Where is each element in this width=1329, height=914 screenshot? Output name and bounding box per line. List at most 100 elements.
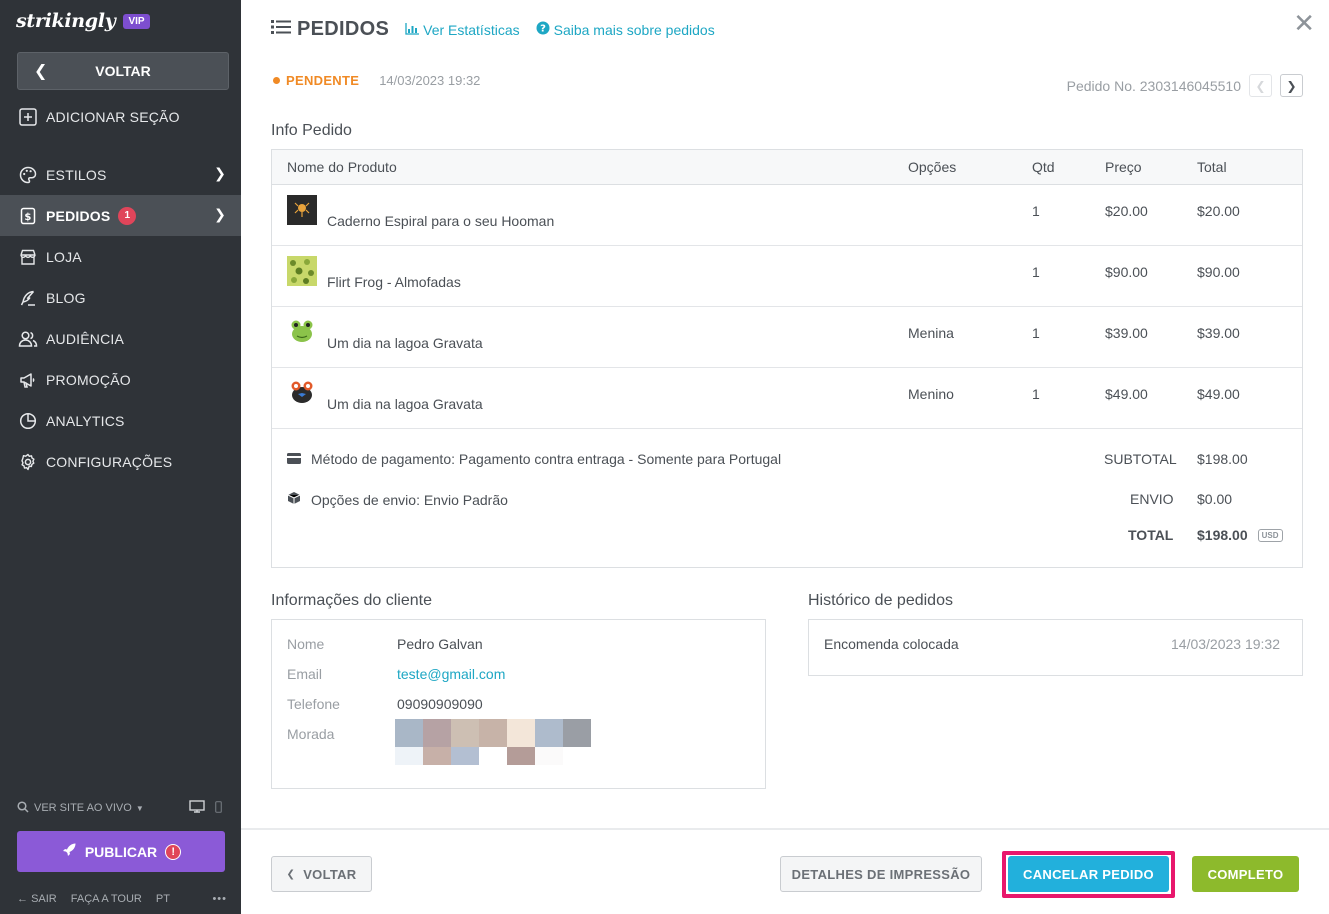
- product-total: $90.00: [1197, 264, 1240, 280]
- vip-badge: VIP: [123, 13, 150, 29]
- table-row: Um dia na lagoa Gravata Menino 1 $49.00 …: [272, 368, 1302, 429]
- prev-order-button[interactable]: ❮: [1249, 74, 1272, 97]
- sidebar-item-analytics[interactable]: ANALYTICS: [0, 400, 241, 441]
- cancel-order-button[interactable]: CANCELAR PEDIDO: [1008, 856, 1169, 892]
- shipping-value: $0.00: [1197, 491, 1233, 507]
- product-thumbnail[interactable]: [287, 256, 317, 286]
- product-qty: 1: [1032, 264, 1040, 280]
- complete-order-button[interactable]: COMPLETO: [1192, 856, 1299, 892]
- product-option: Menino: [908, 386, 954, 402]
- currency-badge: USD: [1257, 528, 1283, 542]
- status-badge: PENDENTE: [286, 73, 360, 88]
- chevron-right-icon: ❯: [214, 206, 226, 222]
- col-product: Nome do Produto: [287, 159, 397, 175]
- order-items-table: Nome do Produto Opções Qtd Preço Total C…: [271, 149, 1303, 568]
- order-info-title: Info Pedido: [271, 122, 352, 139]
- palette-icon: [18, 165, 38, 185]
- view-live-row: VER SITE AO VIVO ▼: [17, 800, 222, 816]
- sidebar-item-blog[interactable]: BLOG: [0, 277, 241, 318]
- search-icon: [17, 800, 29, 816]
- product-thumbnail[interactable]: [287, 378, 317, 408]
- product-price: $20.00: [1105, 203, 1148, 219]
- product-name: Flirt Frog - Almofadas: [327, 274, 461, 290]
- client-name: Pedro Galvan: [397, 636, 483, 652]
- close-icon[interactable]: ✕: [1293, 8, 1315, 39]
- add-section-label: ADICIONAR SEÇÃO: [46, 108, 180, 125]
- stats-link[interactable]: Ver Estatísticas: [405, 22, 520, 38]
- mobile-icon[interactable]: [215, 800, 222, 816]
- client-email-link[interactable]: teste@gmail.com: [397, 666, 505, 682]
- product-qty: 1: [1032, 386, 1040, 402]
- tour-link[interactable]: FAÇA A TOUR: [71, 893, 142, 905]
- back-button-label: VOLTAR: [303, 866, 357, 882]
- sidebar-item-loja[interactable]: LOJA: [0, 236, 241, 277]
- back-button[interactable]: ❮ VOLTAR: [271, 856, 372, 892]
- history-date: 14/03/2023 19:32: [1171, 636, 1280, 652]
- table-row: Caderno Espiral para o seu Hooman 1 $20.…: [272, 185, 1302, 246]
- shipping-label: ENVIO: [1130, 491, 1174, 507]
- print-details-button[interactable]: DETALHES DE IMPRESSÃO: [780, 856, 982, 892]
- sidebar-item-configuracoes[interactable]: CONFIGURAÇÕES: [0, 441, 241, 482]
- order-history-card: Encomenda colocada 14/03/2023 19:32: [808, 619, 1303, 676]
- exit-link[interactable]: ← SAIR: [17, 893, 57, 905]
- subtotal-label: SUBTOTAL: [1104, 451, 1177, 467]
- sidebar-item-promocao[interactable]: PROMOÇÃO: [0, 359, 241, 400]
- sidebar-item-estilos[interactable]: ESTILOS ❯: [0, 154, 241, 195]
- orders-count-badge: 1: [118, 206, 137, 225]
- dollar-doc-icon: $: [18, 206, 38, 226]
- more-options-button[interactable]: •••: [212, 893, 227, 905]
- order-number: Pedido No. 2303146045510: [1066, 77, 1241, 94]
- chevron-left-icon: ❮: [286, 868, 296, 880]
- sidebar-back-label: VOLTAR: [95, 63, 151, 79]
- subtotal-value: $198.00: [1197, 451, 1248, 467]
- credit-card-icon: [287, 451, 301, 467]
- product-price: $39.00: [1105, 325, 1148, 341]
- shipping-method: Opções de envio: Envio Padrão: [287, 491, 508, 508]
- next-order-button[interactable]: ❯: [1280, 74, 1303, 97]
- product-total: $39.00: [1197, 325, 1240, 341]
- chevron-left-icon: ❮: [34, 63, 48, 80]
- publish-button[interactable]: PUBLICAR !: [17, 831, 225, 872]
- rocket-icon: [61, 842, 77, 861]
- brand-logo[interactable]: strikingly: [16, 10, 116, 32]
- desktop-icon[interactable]: [189, 800, 205, 816]
- sidebar-item-label: ANALYTICS: [46, 412, 125, 429]
- publish-label: PUBLICAR: [84, 843, 158, 860]
- table-header: Nome do Produto Opções Qtd Preço Total: [272, 150, 1302, 185]
- product-name: Caderno Espiral para o seu Hooman: [327, 213, 555, 229]
- col-total: Total: [1197, 159, 1227, 175]
- add-section-button[interactable]: ADICIONAR SEÇÃO: [0, 96, 241, 137]
- col-options: Opções: [908, 159, 957, 175]
- total-label: TOTAL: [1128, 527, 1174, 543]
- col-qty: Qtd: [1032, 159, 1055, 175]
- page-title-text: PEDIDOS: [297, 18, 390, 40]
- sidebar-item-label: BLOG: [46, 289, 86, 306]
- sidebar-item-label: ESTILOS: [46, 166, 107, 183]
- pen-icon: [18, 288, 38, 308]
- total-value-group: $198.00 USD: [1197, 527, 1283, 543]
- gear-icon: [18, 452, 38, 472]
- address-label: Morada: [287, 726, 335, 742]
- language-selector[interactable]: PT: [156, 893, 170, 905]
- client-phone: 09090909090: [397, 696, 483, 712]
- email-label: Email: [287, 666, 323, 682]
- users-icon: [18, 329, 38, 349]
- caret-down-icon[interactable]: ▼: [136, 804, 144, 813]
- help-link[interactable]: ? Saiba mais sobre pedidos: [536, 21, 715, 38]
- view-live-link[interactable]: VER SITE AO VIVO: [34, 802, 132, 814]
- sidebar-item-label: PEDIDOS: [46, 207, 111, 224]
- brand[interactable]: strikingly VIP: [16, 10, 150, 32]
- chevron-right-icon: ❯: [1286, 78, 1297, 93]
- sidebar-back-button[interactable]: ❮ VOLTAR: [17, 52, 229, 90]
- sidebar-item-audiencia[interactable]: AUDIÊNCIA: [0, 318, 241, 359]
- sidebar-item-pedidos[interactable]: $ PEDIDOS 1 ❯: [0, 195, 241, 236]
- col-price: Preço: [1105, 159, 1142, 175]
- product-thumbnail[interactable]: [287, 195, 317, 225]
- sidebar-item-label: PROMOÇÃO: [46, 371, 131, 388]
- order-number-nav: Pedido No. 2303146045510 ❮ ❯: [1067, 74, 1303, 97]
- sidebar-footer: ← SAIR FAÇA A TOUR PT •••: [17, 893, 227, 905]
- alert-icon: !: [165, 843, 182, 860]
- sidebar: strikingly VIP ❮ VOLTAR ADICIONAR SEÇÃO …: [0, 0, 241, 914]
- product-thumbnail[interactable]: [287, 317, 317, 347]
- payment-method: Método de pagamento: Pagamento contra en…: [287, 451, 781, 467]
